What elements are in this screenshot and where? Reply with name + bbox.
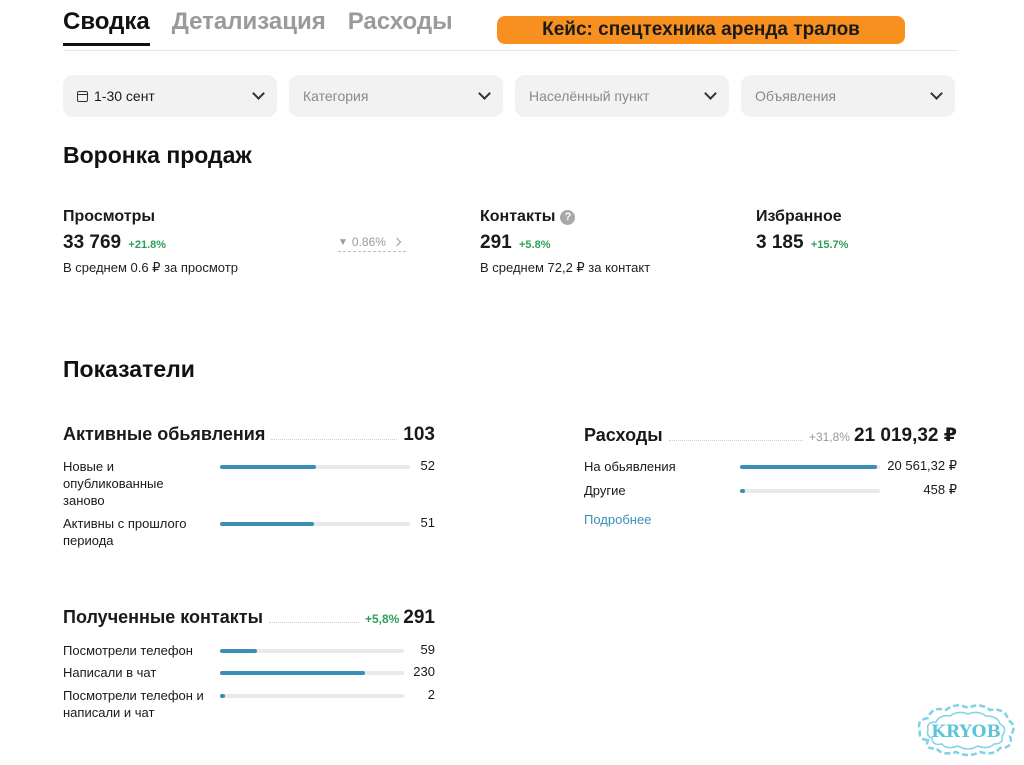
progress-bar — [220, 649, 404, 653]
kryob-logo: KRYOB — [917, 704, 1015, 757]
ads-filter-label: Объявления — [755, 88, 836, 104]
row-value: 230 — [413, 664, 435, 679]
row-value: 59 — [420, 642, 435, 657]
views-delta: +21.8% — [128, 239, 167, 251]
row-label: Новые и опубликованные заново — [63, 459, 164, 508]
expenses-total: 21 019,32 ₽ — [853, 425, 957, 446]
list-item: Написали в чат 230 — [63, 664, 435, 684]
progress-fill — [740, 489, 745, 493]
views-label: Просмотры — [63, 208, 156, 225]
progress-bar — [740, 465, 880, 469]
progress-fill — [220, 522, 315, 526]
expenses-title: Расходы — [584, 425, 663, 445]
city-filter[interactable]: Населённый пункт — [515, 75, 729, 117]
row-label: Посмотрели телефон — [63, 643, 193, 658]
row-label: Активны с прошлого периода — [63, 516, 187, 548]
period-filter[interactable]: 1-30 сент — [63, 75, 277, 117]
active-ads-total: 103 — [403, 424, 435, 445]
help-icon[interactable]: ? — [560, 209, 576, 225]
contacts-metric: Контакты? 291 +5.8% В среднем 72,2 ₽ за … — [480, 208, 650, 276]
progress-bar — [220, 671, 404, 675]
row-label: Написали в чат — [63, 665, 157, 680]
progress-bar — [220, 522, 410, 526]
chevron-down-icon — [252, 87, 265, 100]
contacts-delta: +5.8% — [518, 239, 551, 251]
row-label: На обьявления — [584, 459, 676, 474]
list-item: Активны с прошлого периода 51 — [63, 515, 435, 551]
list-item: Посмотрели телефон и написали и чат 2 — [63, 687, 435, 723]
progress-fill — [220, 671, 366, 675]
contacts-block-title: Полученные контакты — [63, 607, 263, 627]
progress-bar — [740, 489, 880, 493]
chevron-down-icon — [478, 87, 491, 100]
watermark-text: KRYOB — [931, 722, 1001, 742]
row-value: 2 — [427, 687, 435, 702]
favorites-delta: +15.7% — [810, 239, 849, 251]
contacts-block: Полученные контакты +5,8% 291 — [63, 607, 435, 629]
active-ads-block: Активные обьявления 103 — [63, 424, 435, 446]
progress-fill — [220, 694, 225, 698]
city-filter-label: Населённый пункт — [529, 88, 650, 104]
top-tabs: Сводка Детализация Расходы — [63, 8, 453, 46]
triangle-down-icon: ▼ — [338, 236, 348, 248]
category-filter-label: Категория — [303, 88, 369, 104]
views-metric: Просмотры 33 769 +21.8% В среднем 0.6 ₽ … — [63, 208, 238, 276]
list-item: Посмотрели телефон 59 — [63, 642, 435, 662]
tab-expenses[interactable]: Расходы — [348, 8, 453, 46]
case-banner: Кейс: спецтехника аренда тралов — [497, 16, 905, 44]
progress-bar — [220, 694, 404, 698]
calendar-icon — [77, 90, 88, 102]
chevron-right-icon — [392, 237, 402, 247]
views-subtext: В среднем 0.6 ₽ за просмотр — [63, 260, 238, 275]
category-filter[interactable]: Категория — [289, 75, 503, 117]
period-filter-label: 1-30 сент — [94, 88, 155, 104]
tab-details[interactable]: Детализация — [172, 8, 326, 46]
filters-bar: 1-30 сент Категория Населённый пункт Объ… — [63, 75, 955, 117]
row-value: 51 — [420, 515, 435, 530]
contacts-block-total: 291 — [403, 607, 435, 628]
more-details-link[interactable]: Подробнее — [584, 512, 651, 527]
row-value: 20 561,32 ₽ — [887, 458, 957, 473]
expenses-block: Расходы +31,8% 21 019,32 ₽ — [584, 424, 957, 447]
ads-filter[interactable]: Объявления — [741, 75, 955, 117]
row-value: 458 ₽ — [923, 482, 957, 497]
list-item: Другие 458 ₽ — [584, 482, 957, 502]
list-item: Новые и опубликованные заново 52 — [63, 458, 435, 510]
progress-fill — [220, 649, 258, 653]
list-item: На обьявления 20 561,32 ₽ — [584, 458, 957, 478]
row-label: Посмотрели телефон и написали и чат — [63, 688, 204, 720]
favorites-value: 3 185 — [756, 232, 804, 253]
row-value: 52 — [420, 458, 435, 473]
tab-summary[interactable]: Сводка — [63, 8, 150, 46]
contacts-block-delta: +5,8% — [364, 612, 400, 626]
row-label: Другие — [584, 483, 626, 498]
funnel-title: Воронка продаж — [63, 142, 252, 168]
tabs-divider — [63, 50, 958, 51]
contacts-value: 291 — [480, 232, 512, 253]
metrics-title: Показатели — [63, 356, 195, 382]
progress-fill — [220, 465, 316, 469]
views-value: 33 769 — [63, 232, 122, 253]
progress-bar — [220, 465, 410, 469]
progress-fill — [740, 465, 877, 469]
conversion-link[interactable]: ▼ 0.86% — [338, 235, 406, 252]
active-ads-title: Активные обьявления — [63, 424, 266, 444]
chevron-down-icon — [704, 87, 717, 100]
favorites-metric: Избранное 3 185 +15.7% — [756, 208, 848, 254]
chevron-down-icon — [930, 87, 943, 100]
contacts-label: Контакты — [480, 208, 556, 225]
favorites-label: Избранное — [756, 208, 842, 225]
contacts-subtext: В среднем 72,2 ₽ за контакт — [480, 260, 651, 275]
conversion-value: 0.86% — [351, 235, 386, 249]
expenses-delta: +31,8% — [808, 430, 850, 444]
